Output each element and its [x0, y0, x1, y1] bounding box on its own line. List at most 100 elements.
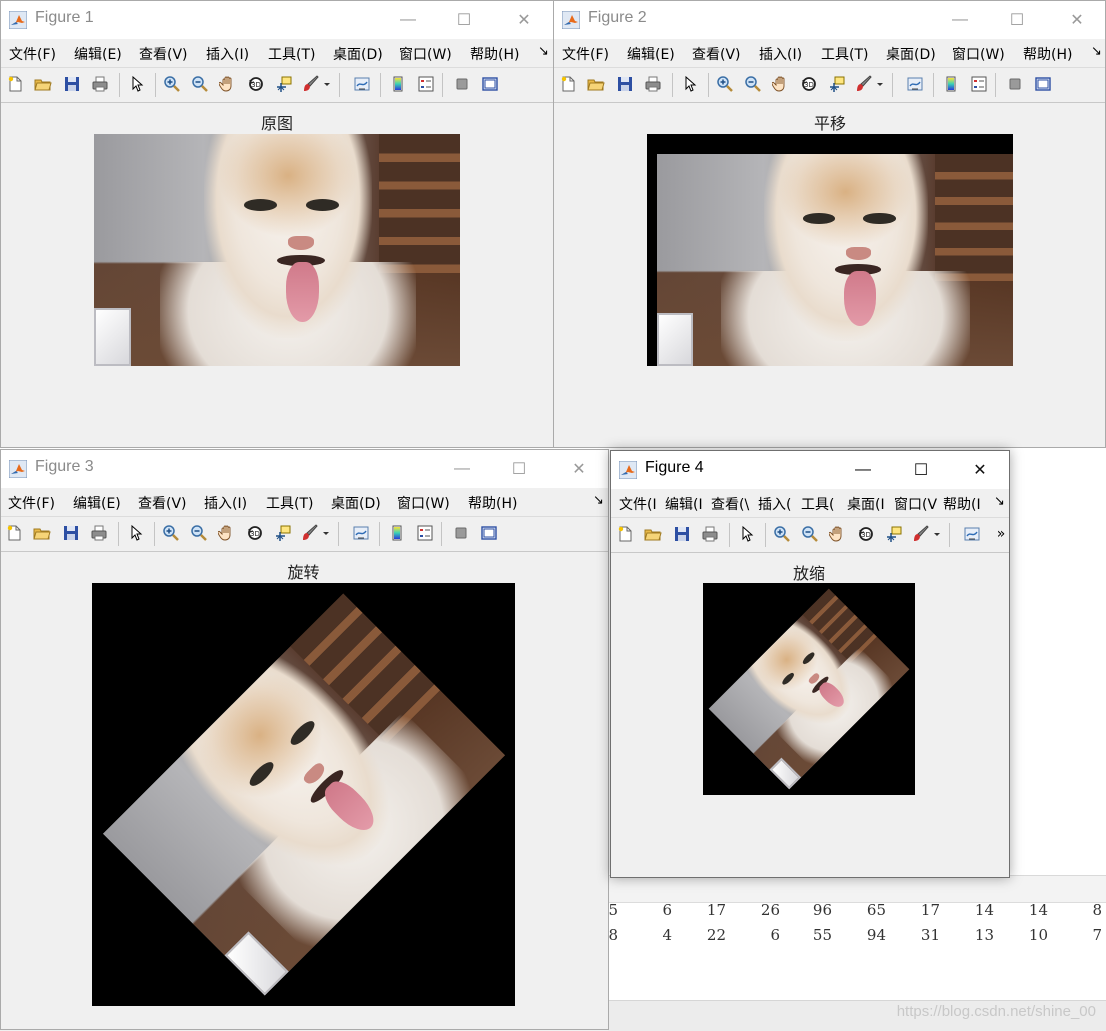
title-bar[interactable]: Figure 3 — ☐ ✕: [1, 450, 608, 488]
zoom-in-icon[interactable]: [162, 74, 182, 94]
image-axes[interactable]: [647, 134, 1013, 366]
figure-window-4[interactable]: Figure 4 — ☐ ✕ 文件(I 编辑(I 查看(\ 插入( 工具( 桌面(I 窗口(…: [610, 450, 1010, 878]
new-figure-icon[interactable]: [558, 74, 578, 94]
pointer-icon[interactable]: [737, 524, 757, 544]
menu-insert[interactable]: 插入(: [758, 494, 791, 514]
close-button[interactable]: ✕: [957, 451, 1003, 489]
colorbar-icon[interactable]: [388, 74, 408, 94]
show-tools-icon[interactable]: [1033, 74, 1053, 94]
menu-edit[interactable]: 编辑(I: [665, 494, 703, 514]
menu-view[interactable]: 查看(\: [711, 494, 749, 514]
new-figure-icon[interactable]: [4, 523, 24, 543]
menu-tools[interactable]: 工具(: [801, 494, 834, 514]
menu-tools[interactable]: 工具(T): [821, 44, 868, 64]
figure-window-3[interactable]: Figure 3 — ☐ ✕ 文件(F) 编辑(E) 查看(V) 插入(I) 工具(T)…: [0, 449, 609, 1030]
title-bar[interactable]: Figure 1 — ☐ ✕: [1, 1, 553, 39]
pointer-icon[interactable]: [126, 523, 146, 543]
menu-tools[interactable]: 工具(T): [266, 493, 313, 513]
new-figure-icon[interactable]: [5, 74, 25, 94]
menu-overflow-icon[interactable]: ↘: [1091, 44, 1102, 59]
legend-icon[interactable]: [415, 523, 435, 543]
menu-overflow-icon[interactable]: ↘: [538, 44, 549, 59]
menu-window[interactable]: 窗口(W): [397, 493, 450, 513]
toolbar-overflow-icon[interactable]: »: [991, 524, 1009, 544]
zoom-in-icon[interactable]: [161, 523, 181, 543]
menu-desktop[interactable]: 桌面(D): [331, 493, 381, 513]
zoom-out-icon[interactable]: [189, 523, 209, 543]
rotate-3d-icon[interactable]: 3D: [246, 74, 266, 94]
dropdown-arrow-icon[interactable]: [876, 74, 884, 94]
menu-insert[interactable]: 插入(I): [204, 493, 247, 513]
menu-file[interactable]: 文件(I: [619, 494, 657, 514]
maximize-button[interactable]: ☐: [898, 451, 944, 489]
print-icon[interactable]: [90, 74, 110, 94]
pan-hand-icon[interactable]: [218, 74, 238, 94]
menu-window[interactable]: 窗口(W): [399, 44, 452, 64]
menu-edit[interactable]: 编辑(E): [627, 44, 675, 64]
title-bar[interactable]: Figure 2 — ☐ ✕: [554, 1, 1105, 39]
open-file-icon[interactable]: [643, 524, 663, 544]
image-axes[interactable]: [92, 583, 515, 1006]
pan-hand-icon[interactable]: [771, 74, 791, 94]
print-icon[interactable]: [643, 74, 663, 94]
link-plot-icon[interactable]: [962, 524, 982, 544]
legend-icon[interactable]: [969, 74, 989, 94]
save-icon[interactable]: [672, 524, 692, 544]
dropdown-arrow-icon[interactable]: [933, 524, 941, 544]
pan-hand-icon[interactable]: [217, 523, 237, 543]
brush-icon[interactable]: [300, 523, 320, 543]
zoom-out-icon[interactable]: [800, 524, 820, 544]
data-cursor-icon[interactable]: [827, 74, 847, 94]
print-icon[interactable]: [89, 523, 109, 543]
menu-help[interactable]: 帮助(I: [943, 494, 981, 514]
maximize-button[interactable]: ☐: [994, 1, 1040, 39]
minimize-button[interactable]: —: [439, 450, 485, 488]
colorbar-icon[interactable]: [387, 523, 407, 543]
zoom-in-icon[interactable]: [772, 524, 792, 544]
dropdown-arrow-icon[interactable]: [323, 74, 331, 94]
minimize-button[interactable]: —: [840, 451, 886, 489]
menu-edit[interactable]: 编辑(E): [74, 44, 122, 64]
show-tools-icon[interactable]: [480, 74, 500, 94]
rotate-3d-icon[interactable]: 3D: [799, 74, 819, 94]
zoom-out-icon[interactable]: [190, 74, 210, 94]
new-figure-icon[interactable]: [615, 524, 635, 544]
menu-window[interactable]: 窗口(W): [952, 44, 1005, 64]
print-icon[interactable]: [700, 524, 720, 544]
hide-tools-icon[interactable]: [452, 74, 472, 94]
menu-desktop[interactable]: 桌面(D): [886, 44, 936, 64]
menu-tools[interactable]: 工具(T): [268, 44, 315, 64]
brush-icon[interactable]: [911, 524, 931, 544]
rotate-3d-icon[interactable]: 3D: [856, 524, 876, 544]
brush-icon[interactable]: [301, 74, 321, 94]
menu-desktop[interactable]: 桌面(I: [847, 494, 885, 514]
save-icon[interactable]: [615, 74, 635, 94]
save-icon[interactable]: [61, 523, 81, 543]
menu-help[interactable]: 帮助(H): [1023, 44, 1072, 64]
menu-insert[interactable]: 插入(I): [206, 44, 249, 64]
zoom-in-icon[interactable]: [715, 74, 735, 94]
zoom-out-icon[interactable]: [743, 74, 763, 94]
menu-view[interactable]: 查看(V): [138, 493, 187, 513]
close-button[interactable]: ✕: [556, 450, 602, 488]
data-cursor-icon[interactable]: [884, 524, 904, 544]
title-bar[interactable]: Figure 4 — ☐ ✕: [611, 451, 1009, 489]
image-axes[interactable]: [703, 583, 915, 795]
hide-tools-icon[interactable]: [1005, 74, 1025, 94]
data-cursor-icon[interactable]: [274, 74, 294, 94]
open-file-icon[interactable]: [32, 523, 52, 543]
menu-insert[interactable]: 插入(I): [759, 44, 802, 64]
close-button[interactable]: ✕: [1054, 1, 1100, 39]
link-plot-icon[interactable]: [352, 74, 372, 94]
hide-tools-icon[interactable]: [451, 523, 471, 543]
link-plot-icon[interactable]: [905, 74, 925, 94]
rotate-3d-icon[interactable]: 3D: [245, 523, 265, 543]
figure-window-2[interactable]: Figure 2 — ☐ ✕ 文件(F) 编辑(E) 查看(V) 插入(I) 工具(T)…: [553, 0, 1106, 448]
maximize-button[interactable]: ☐: [441, 1, 487, 39]
save-icon[interactable]: [62, 74, 82, 94]
menu-window[interactable]: 窗口(V: [894, 494, 937, 514]
minimize-button[interactable]: —: [385, 1, 431, 39]
minimize-button[interactable]: —: [937, 1, 983, 39]
menu-view[interactable]: 查看(V): [692, 44, 741, 64]
menu-help[interactable]: 帮助(H): [470, 44, 519, 64]
